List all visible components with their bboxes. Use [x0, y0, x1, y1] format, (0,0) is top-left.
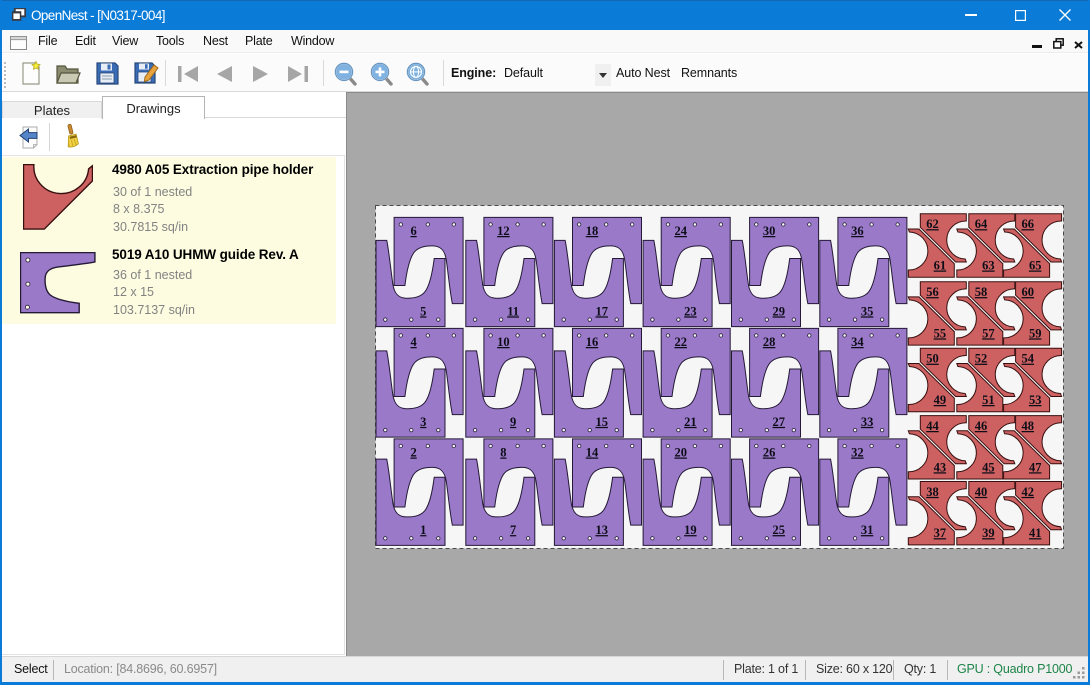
- svg-text:8: 8: [500, 446, 506, 460]
- svg-text:27: 27: [773, 415, 786, 429]
- svg-text:48: 48: [1022, 419, 1035, 433]
- svg-text:66: 66: [1022, 217, 1035, 231]
- svg-text:7: 7: [510, 523, 516, 537]
- svg-text:44: 44: [926, 419, 939, 433]
- svg-text:23: 23: [684, 304, 697, 318]
- svg-text:11: 11: [507, 304, 519, 318]
- svg-text:22: 22: [674, 335, 687, 349]
- svg-text:16: 16: [586, 335, 599, 349]
- svg-text:15: 15: [595, 415, 608, 429]
- svg-text:31: 31: [861, 523, 874, 537]
- svg-text:50: 50: [926, 352, 939, 366]
- svg-text:49: 49: [934, 393, 947, 407]
- svg-text:39: 39: [982, 526, 995, 540]
- svg-text:45: 45: [982, 460, 995, 474]
- svg-text:13: 13: [595, 523, 608, 537]
- svg-text:65: 65: [1029, 259, 1042, 273]
- svg-text:46: 46: [975, 419, 988, 433]
- svg-text:20: 20: [674, 446, 687, 460]
- svg-text:38: 38: [926, 485, 939, 499]
- svg-text:35: 35: [861, 304, 874, 318]
- svg-text:64: 64: [975, 217, 988, 231]
- svg-text:6: 6: [410, 224, 416, 238]
- svg-text:36: 36: [851, 224, 864, 238]
- svg-text:14: 14: [586, 446, 599, 460]
- svg-text:53: 53: [1029, 393, 1042, 407]
- svg-text:60: 60: [1022, 285, 1035, 299]
- svg-text:30: 30: [763, 224, 776, 238]
- svg-text:34: 34: [851, 335, 864, 349]
- svg-text:26: 26: [763, 446, 776, 460]
- svg-text:17: 17: [595, 304, 608, 318]
- svg-text:40: 40: [975, 485, 988, 499]
- svg-text:42: 42: [1022, 485, 1035, 499]
- svg-text:56: 56: [926, 285, 939, 299]
- svg-text:10: 10: [497, 335, 510, 349]
- svg-text:37: 37: [934, 526, 947, 540]
- svg-text:33: 33: [861, 415, 874, 429]
- svg-text:3: 3: [420, 415, 426, 429]
- svg-text:51: 51: [982, 393, 995, 407]
- svg-text:58: 58: [975, 285, 988, 299]
- svg-text:4: 4: [410, 335, 417, 349]
- svg-text:43: 43: [934, 460, 947, 474]
- svg-text:57: 57: [982, 326, 995, 340]
- svg-text:18: 18: [586, 224, 599, 238]
- svg-text:61: 61: [934, 259, 947, 273]
- svg-text:28: 28: [763, 335, 776, 349]
- svg-text:2: 2: [410, 446, 416, 460]
- svg-text:52: 52: [975, 352, 988, 366]
- svg-text:32: 32: [851, 446, 864, 460]
- svg-text:12: 12: [497, 224, 510, 238]
- svg-text:59: 59: [1029, 326, 1042, 340]
- svg-text:21: 21: [684, 415, 697, 429]
- svg-text:9: 9: [510, 415, 516, 429]
- svg-text:29: 29: [773, 304, 786, 318]
- svg-text:63: 63: [982, 259, 995, 273]
- svg-text:24: 24: [674, 224, 687, 238]
- svg-text:19: 19: [684, 523, 697, 537]
- svg-text:1: 1: [420, 523, 426, 537]
- svg-text:5: 5: [420, 304, 426, 318]
- svg-text:54: 54: [1022, 352, 1035, 366]
- svg-text:47: 47: [1029, 460, 1042, 474]
- svg-text:41: 41: [1029, 526, 1042, 540]
- svg-text:55: 55: [934, 326, 947, 340]
- svg-text:25: 25: [773, 523, 786, 537]
- svg-text:62: 62: [926, 217, 939, 231]
